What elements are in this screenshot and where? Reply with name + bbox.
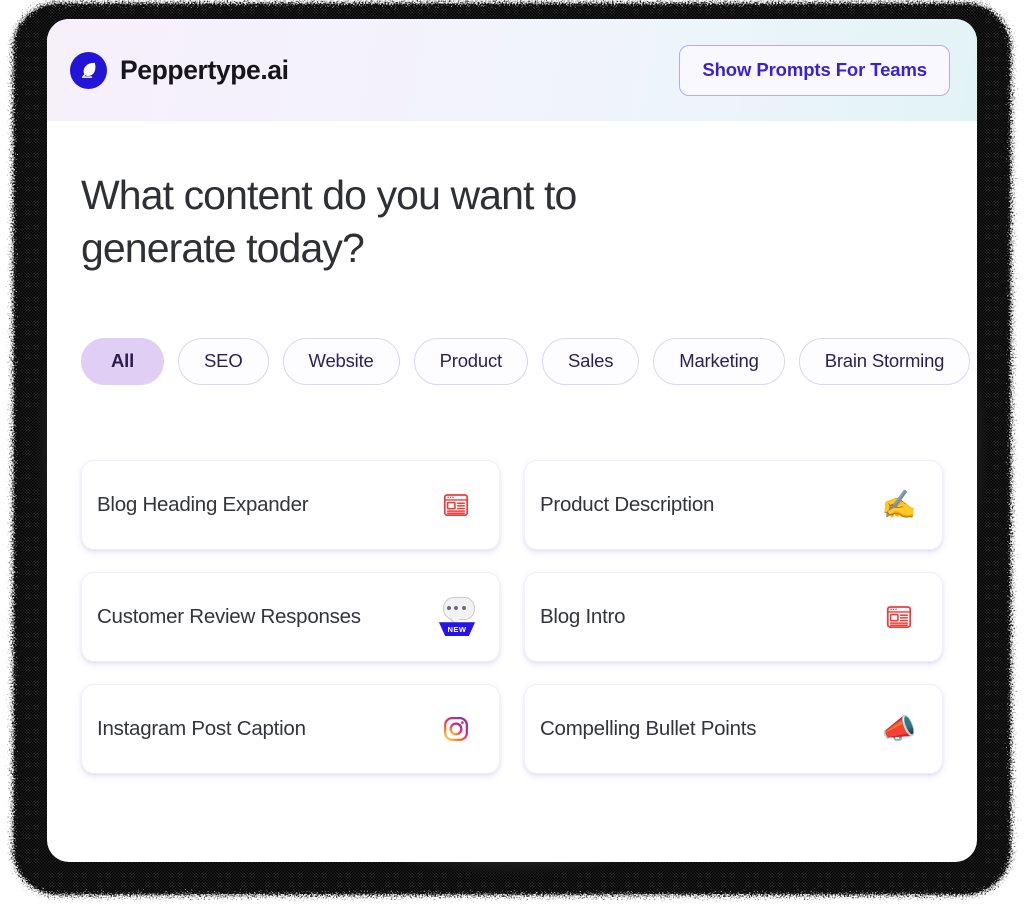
content-card-product-description[interactable]: Product Description ✍️ bbox=[524, 460, 943, 550]
content-card-instagram-post-caption[interactable]: Instagram Post Caption bbox=[81, 684, 500, 774]
newspaper-icon bbox=[879, 597, 919, 637]
filter-pill-seo[interactable]: SEO bbox=[178, 338, 268, 386]
card-label: Compelling Bullet Points bbox=[540, 717, 756, 741]
filter-pill-marketing[interactable]: Marketing bbox=[653, 338, 784, 386]
content-card-customer-review-responses[interactable]: Customer Review Responses NEW bbox=[81, 572, 500, 662]
writing-hand-icon: ✍️ bbox=[879, 485, 919, 525]
card-label: Customer Review Responses bbox=[97, 605, 361, 629]
content-card-blog-heading-expander[interactable]: Blog Heading Expander bbox=[81, 460, 500, 550]
card-label: Instagram Post Caption bbox=[97, 717, 306, 741]
main-content: What content do you want to generate tod… bbox=[47, 121, 977, 774]
category-filter-bar: All SEO Website Product Sales Marketing … bbox=[81, 338, 943, 386]
app-window: Peppertype.ai Show Prompts For Teams Wha… bbox=[47, 19, 977, 862]
app-header: Peppertype.ai Show Prompts For Teams bbox=[47, 19, 977, 121]
card-label: Product Description bbox=[540, 493, 714, 517]
brand: Peppertype.ai bbox=[70, 52, 289, 89]
writing-hand-glyph: ✍️ bbox=[882, 491, 917, 519]
content-type-grid: Blog Heading Expander bbox=[81, 460, 943, 774]
page-title: What content do you want to generate tod… bbox=[81, 169, 701, 275]
content-card-blog-intro[interactable]: Blog Intro bbox=[524, 572, 943, 662]
filter-pill-product[interactable]: Product bbox=[414, 338, 528, 386]
feather-quill-icon bbox=[70, 52, 107, 89]
filter-pill-all[interactable]: All bbox=[81, 338, 164, 386]
megaphone-glyph: 📣 bbox=[882, 715, 917, 743]
filter-pill-sales[interactable]: Sales bbox=[542, 338, 639, 386]
card-label: Blog Heading Expander bbox=[97, 493, 308, 517]
filter-pill-brain-storming[interactable]: Brain Storming bbox=[799, 338, 971, 386]
speech-bubble-dots bbox=[436, 596, 476, 619]
speech-balloon-icon: NEW bbox=[436, 597, 476, 637]
instagram-icon bbox=[436, 709, 476, 749]
brand-name: Peppertype.ai bbox=[120, 55, 289, 86]
speech-balloon-with-new-badge: NEW bbox=[436, 596, 476, 638]
content-card-compelling-bullet-points[interactable]: Compelling Bullet Points 📣 bbox=[524, 684, 943, 774]
newspaper-icon bbox=[436, 485, 476, 525]
filter-pill-website[interactable]: Website bbox=[283, 338, 400, 386]
megaphone-icon: 📣 bbox=[879, 709, 919, 749]
new-badge: NEW bbox=[436, 622, 478, 636]
show-prompts-for-teams-button[interactable]: Show Prompts For Teams bbox=[679, 45, 950, 96]
card-label: Blog Intro bbox=[540, 605, 625, 629]
